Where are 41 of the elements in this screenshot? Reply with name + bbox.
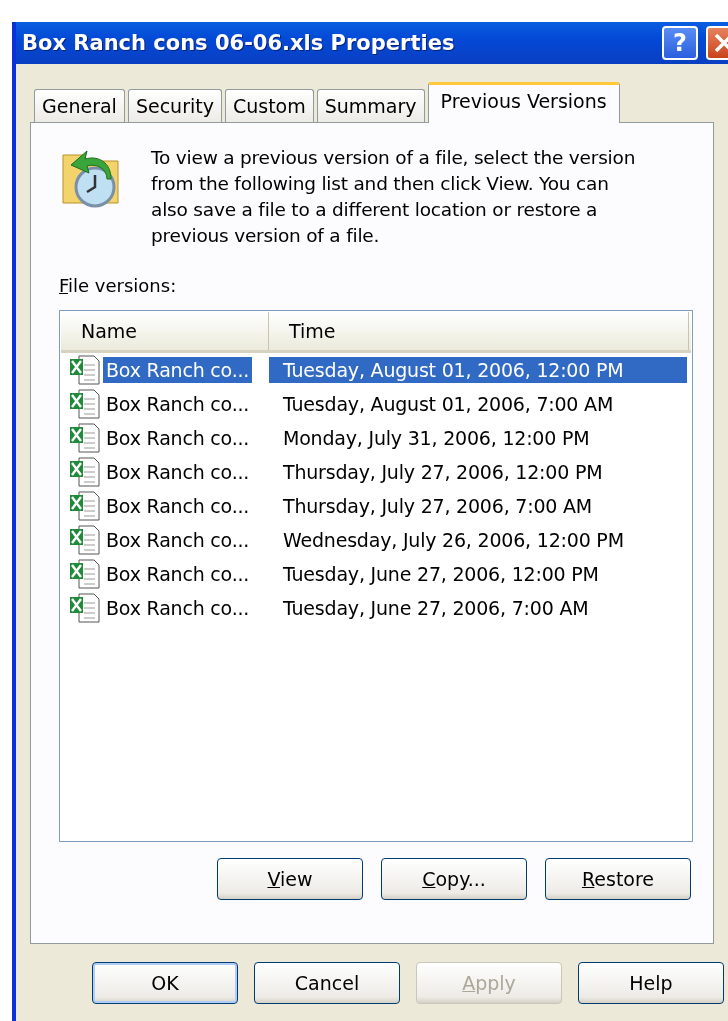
column-header[interactable]: Name bbox=[61, 312, 269, 350]
tab[interactable]: Summary bbox=[316, 89, 425, 122]
file-name[interactable]: Box Ranch co... bbox=[103, 561, 253, 587]
version-time[interactable]: Thursday, July 27, 2006, 12:00 PM bbox=[269, 459, 687, 485]
spreadsheet-file-icon bbox=[69, 593, 101, 623]
version-time[interactable]: Tuesday, August 01, 2006, 12:00 PM bbox=[269, 357, 687, 383]
file-name[interactable]: Box Ranch co... bbox=[103, 357, 253, 383]
spreadsheet-file-icon bbox=[69, 423, 101, 453]
version-time[interactable]: Wednesday, July 26, 2006, 12:00 PM bbox=[269, 527, 687, 553]
file-name[interactable]: Box Ranch co... bbox=[103, 459, 253, 485]
tab[interactable]: Security bbox=[127, 89, 222, 122]
version-time[interactable]: Thursday, July 27, 2006, 7:00 AM bbox=[269, 493, 687, 519]
tab[interactable]: General bbox=[34, 89, 125, 122]
spreadsheet-file-icon bbox=[69, 389, 101, 419]
spreadsheet-file-icon bbox=[69, 491, 101, 521]
tab[interactable]: Previous Versions bbox=[427, 82, 620, 123]
version-time[interactable]: Monday, July 31, 2006, 12:00 PM bbox=[269, 425, 687, 451]
window-title: Box Ranch cons 06-06.xls Properties bbox=[22, 31, 456, 55]
dialog-button[interactable]: OK bbox=[92, 962, 238, 1004]
version-time[interactable]: Tuesday, June 27, 2006, 7:00 AM bbox=[269, 595, 687, 621]
dialog-button[interactable]: Cancel bbox=[254, 962, 400, 1004]
file-name[interactable]: Box Ranch co... bbox=[103, 527, 253, 553]
file-name[interactable]: Box Ranch co... bbox=[103, 425, 253, 451]
action-button[interactable]: Restore bbox=[545, 858, 691, 900]
version-time[interactable]: Tuesday, August 01, 2006, 7:00 AM bbox=[269, 391, 687, 417]
action-button[interactable]: Copy... bbox=[381, 858, 527, 900]
version-time[interactable]: Tuesday, June 27, 2006, 12:00 PM bbox=[269, 561, 687, 587]
help-button[interactable]: ? bbox=[662, 26, 698, 60]
file-name[interactable]: Box Ranch co... bbox=[103, 391, 253, 417]
action-button[interactable]: View bbox=[217, 858, 363, 900]
spreadsheet-file-icon bbox=[69, 457, 101, 487]
spreadsheet-file-icon bbox=[69, 525, 101, 555]
spreadsheet-file-icon bbox=[69, 355, 101, 385]
file-name[interactable]: Box Ranch co... bbox=[103, 493, 253, 519]
spreadsheet-file-icon bbox=[69, 559, 101, 589]
list-label: File versions: bbox=[59, 275, 177, 296]
dialog-button[interactable]: Help bbox=[578, 962, 724, 1004]
column-header[interactable]: Time bbox=[269, 312, 689, 350]
description-text: To view a previous version of a file, select the version from the following list and then click View. You can also save a file to a different location or restore a previous version of a file. bbox=[151, 146, 637, 248]
file-name[interactable]: Box Ranch co... bbox=[103, 595, 253, 621]
tab[interactable]: Custom bbox=[224, 89, 314, 122]
